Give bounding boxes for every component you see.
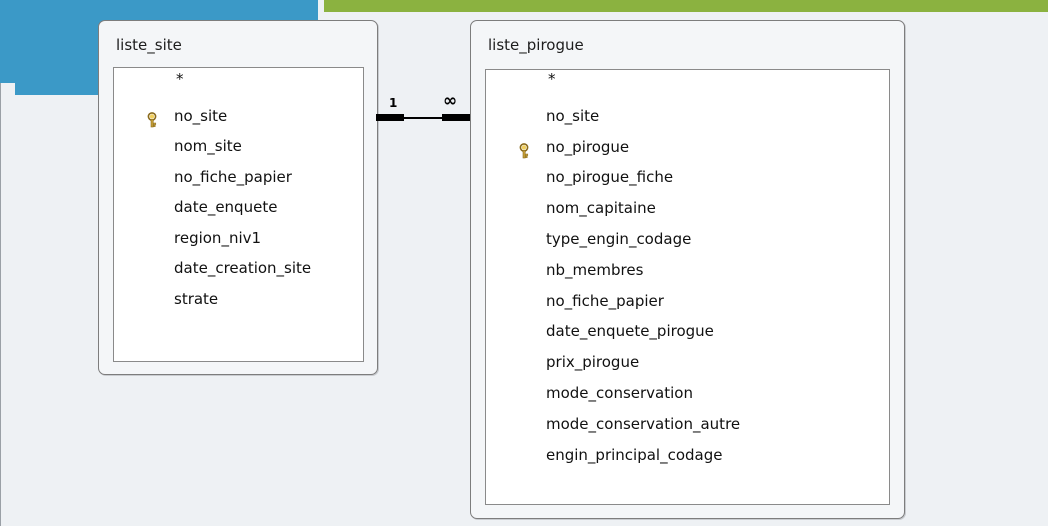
- field-name: mode_conservation_autre: [546, 414, 741, 433]
- canvas-left-edge: [0, 83, 15, 526]
- field-list[interactable]: * no_site nom_site no_fiche_papier date_enqu…: [113, 67, 364, 362]
- field-row[interactable]: mode_conservation_autre: [486, 409, 889, 439]
- field-row[interactable]: strate: [114, 284, 363, 314]
- accent-bar-green: [324, 0, 1048, 12]
- field-list[interactable]: * no_site no_pirogue no_pirogue_fiche nom_ca…: [485, 69, 890, 505]
- field-all-star[interactable]: *: [486, 64, 889, 94]
- field-name: nom_site: [174, 137, 242, 155]
- field-row[interactable]: nb_membres: [486, 255, 889, 285]
- field-name: nb_membres: [546, 260, 644, 279]
- field-name: no_pirogue: [546, 137, 630, 156]
- relationship-one-label: 1: [389, 96, 398, 110]
- field-name: no_pirogue_fiche: [546, 168, 674, 187]
- table-title: liste_site: [116, 36, 182, 54]
- field-row[interactable]: date_enquete: [114, 192, 363, 222]
- field-name: prix_pirogue: [546, 353, 640, 372]
- table-liste-site[interactable]: liste_site * no_site nom_site no_fiche_papi…: [98, 20, 378, 375]
- field-all-star[interactable]: *: [114, 64, 363, 94]
- field-row[interactable]: no_fiche_papier: [114, 162, 363, 192]
- field-name: nom_capitaine: [546, 199, 656, 218]
- field-name: date_creation_site: [174, 259, 312, 277]
- field-name: no_fiche_papier: [174, 167, 292, 186]
- relationship-many-label: ∞: [443, 91, 458, 111]
- field-name: no_fiche_papier: [546, 291, 664, 310]
- field-row[interactable]: type_engin_codage: [486, 224, 889, 254]
- field-name: date_enquete_pirogue: [546, 322, 714, 341]
- field-row[interactable]: no_site: [486, 101, 889, 131]
- field-row[interactable]: nom_site: [114, 131, 363, 161]
- table-title: liste_pirogue: [488, 36, 584, 54]
- key-icon: [145, 108, 159, 127]
- field-name: strate: [174, 289, 219, 308]
- relationship-end-many: [442, 114, 470, 121]
- field-row[interactable]: no_site: [114, 101, 363, 131]
- field-name: *: [176, 70, 184, 88]
- field-row[interactable]: prix_pirogue: [486, 347, 889, 377]
- field-row[interactable]: no_pirogue_fiche: [486, 162, 889, 192]
- field-name: date_enquete: [174, 198, 278, 216]
- field-name: type_engin_codage: [546, 230, 692, 248]
- field-row[interactable]: date_creation_site: [114, 253, 363, 283]
- field-row[interactable]: no_fiche_papier: [486, 286, 889, 316]
- field-name: engin_principal_codage: [546, 445, 723, 464]
- field-row[interactable]: date_enquete_pirogue: [486, 316, 889, 346]
- table-liste-pirogue[interactable]: liste_pirogue * no_site no_pirogue no_pirog…: [470, 20, 905, 519]
- field-name: no_site: [174, 106, 228, 125]
- field-row[interactable]: nom_capitaine: [486, 193, 889, 223]
- field-row[interactable]: region_niv1: [114, 223, 363, 253]
- field-name: mode_conservation: [546, 384, 693, 402]
- field-name: region_niv1: [174, 228, 262, 247]
- field-name: no_site: [546, 106, 600, 125]
- field-row[interactable]: no_pirogue: [486, 132, 889, 162]
- field-row[interactable]: mode_conservation: [486, 378, 889, 408]
- field-name: *: [548, 70, 556, 88]
- field-row[interactable]: engin_principal_codage: [486, 440, 889, 470]
- key-icon: [517, 139, 531, 158]
- relationship-end-one: [376, 114, 404, 121]
